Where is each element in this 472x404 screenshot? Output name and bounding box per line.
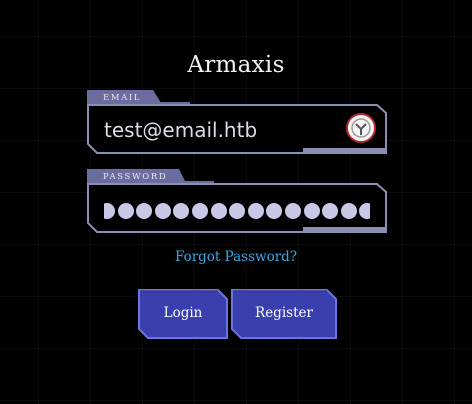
email-input[interactable] bbox=[104, 112, 340, 148]
app-title: Armaxis bbox=[187, 52, 285, 78]
password-mask-dot bbox=[117, 203, 134, 219]
register-button[interactable]: Register bbox=[231, 289, 337, 339]
password-mask-dot bbox=[154, 203, 171, 219]
password-mask-dot bbox=[284, 203, 301, 219]
forgot-password-link[interactable]: Forgot Password? bbox=[0, 247, 472, 267]
password-mask-dot bbox=[229, 203, 246, 219]
password-mask-dot bbox=[210, 203, 227, 219]
login-button[interactable]: Login bbox=[138, 289, 228, 339]
password-manager-icon[interactable] bbox=[346, 113, 376, 143]
password-mask-dot bbox=[173, 203, 190, 219]
password-mask-dot bbox=[359, 203, 370, 219]
password-mask-dot bbox=[191, 203, 208, 219]
password-mask-dot bbox=[104, 203, 115, 219]
password-input[interactable] bbox=[104, 201, 370, 221]
password-mask-dot bbox=[247, 203, 264, 219]
register-button-label: Register bbox=[255, 305, 313, 321]
password-mask-dot bbox=[136, 203, 153, 219]
password-mask-dot bbox=[322, 203, 339, 219]
password-mask-dot bbox=[303, 203, 320, 219]
login-button-label: Login bbox=[163, 305, 203, 321]
password-mask-dot bbox=[340, 203, 357, 219]
password-mask-dot bbox=[266, 203, 283, 219]
